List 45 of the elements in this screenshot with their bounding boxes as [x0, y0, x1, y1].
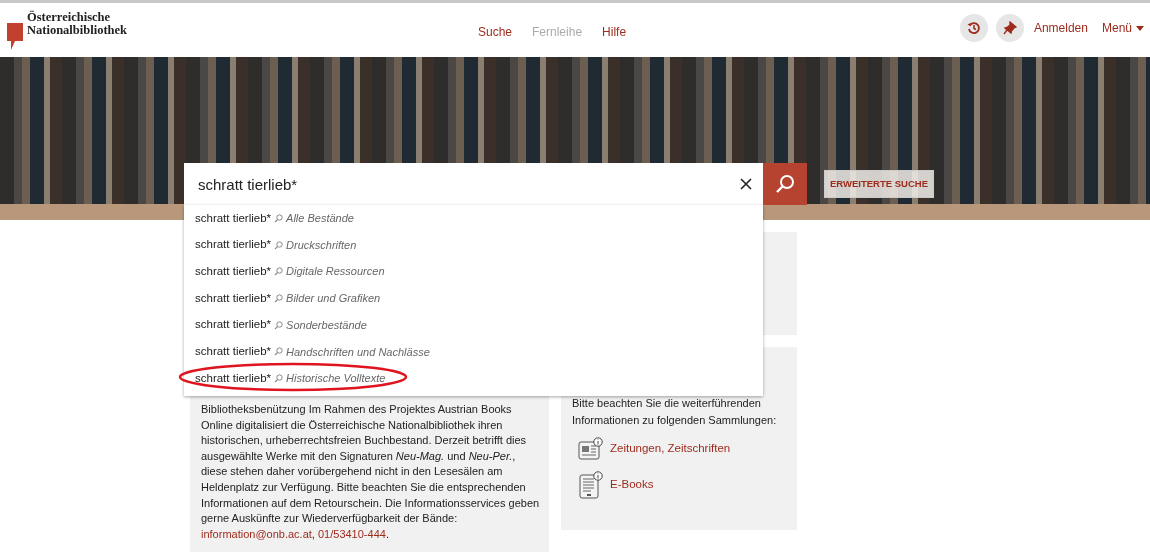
search-icon: [274, 213, 284, 223]
search-icon: [274, 373, 284, 383]
search-icon: [274, 293, 284, 303]
contact-link[interactable]: information@onb.ac.at: [201, 527, 312, 540]
suggestion-item[interactable]: schratt tierlieb* Sonderbestände: [184, 311, 763, 339]
logo-icon: [7, 23, 23, 50]
scope-label: Bilder und Grafiken: [286, 291, 381, 307]
suggestion-item[interactable]: schratt tierlieb* Historische Volltexte: [184, 365, 763, 392]
clear-icon[interactable]: [739, 177, 753, 191]
nav-link-item[interactable]: Hilfe: [602, 23, 627, 41]
menu-button[interactable]: Menü: [1095, 19, 1144, 37]
collection-link[interactable]: Zeitungen, Zeitschriften: [578, 437, 787, 461]
pin-button[interactable]: [995, 14, 1024, 42]
scope-label: Alle Bestände: [286, 211, 354, 227]
search-icon: [274, 267, 284, 277]
suggestion-item[interactable]: schratt tierlieb* Druckschriften: [184, 231, 763, 259]
history-icon: [966, 21, 981, 35]
advanced-search-button[interactable]: ERWEITERTE SUCHE: [824, 170, 934, 198]
search-icon: [775, 174, 795, 194]
newspaper-info-icon: [578, 437, 604, 461]
ebook-info-icon: [578, 471, 604, 499]
nav-link-item[interactable]: Suche: [478, 23, 513, 41]
scope-label: Druckschriften: [286, 237, 357, 253]
collection-link[interactable]: E-Books: [578, 471, 787, 499]
pin-icon: [1002, 21, 1017, 35]
collections-intro: Bitte beachten Sie die weiterführenden Informationen zu folgenden Sammlungen:: [572, 396, 778, 428]
search-icon: [274, 347, 284, 357]
history-button[interactable]: [959, 14, 988, 42]
search-icon: [274, 320, 284, 330]
suggestion-item[interactable]: schratt tierlieb* Digitale Ressourcen: [184, 258, 763, 286]
scope-label: Historische Volltexte: [286, 371, 386, 387]
logo-text: Österreichische Nationalbibliothek: [27, 11, 128, 37]
scope-label: Handschriften und Nachlässe: [286, 344, 430, 360]
suggestion-item[interactable]: schratt tierlieb* Alle Bestände: [184, 205, 763, 232]
search-button[interactable]: [763, 163, 807, 205]
info-paragraph: Bibliotheksbenützung Im Rahmen des Projektes Austrian Books Online digitalisiert die Österreichische Nationalbibliothek ihren historischen, urheberrechtsfreien Buchbestand. Derzeit betrifft dies ausgewählte Werke mit den Signaturen Neu-Mag. und Neu-Per., diese stehen daher vorübergehend nicht in den Lesesälen am Heldenplatz zur Verfügung. Bitte beachten Sie die entsprechenden Informationen auf dem Retourschein. Die Informationsservices geben gerne Auskünfte zur Wiederverfügbarkeit der Bände: information@onb.ac.at, 01/53410-444.: [201, 402, 540, 542]
suggestion-item[interactable]: schratt tierlieb* Bilder und Grafiken: [184, 285, 763, 312]
scope-label: Sonderbestände: [286, 317, 367, 333]
caret-icon: [1136, 25, 1144, 31]
scope-label: Digitale Ressourcen: [286, 264, 385, 280]
contact-link[interactable]: 01/53410-444: [317, 527, 386, 540]
login-link[interactable]: Anmelden: [1033, 19, 1088, 37]
suggestion-item[interactable]: schratt tierlieb* Handschriften und Nachlässe: [184, 338, 763, 366]
search-field[interactable]: schratt tierlieb*: [184, 163, 763, 205]
search-icon: [274, 240, 284, 250]
